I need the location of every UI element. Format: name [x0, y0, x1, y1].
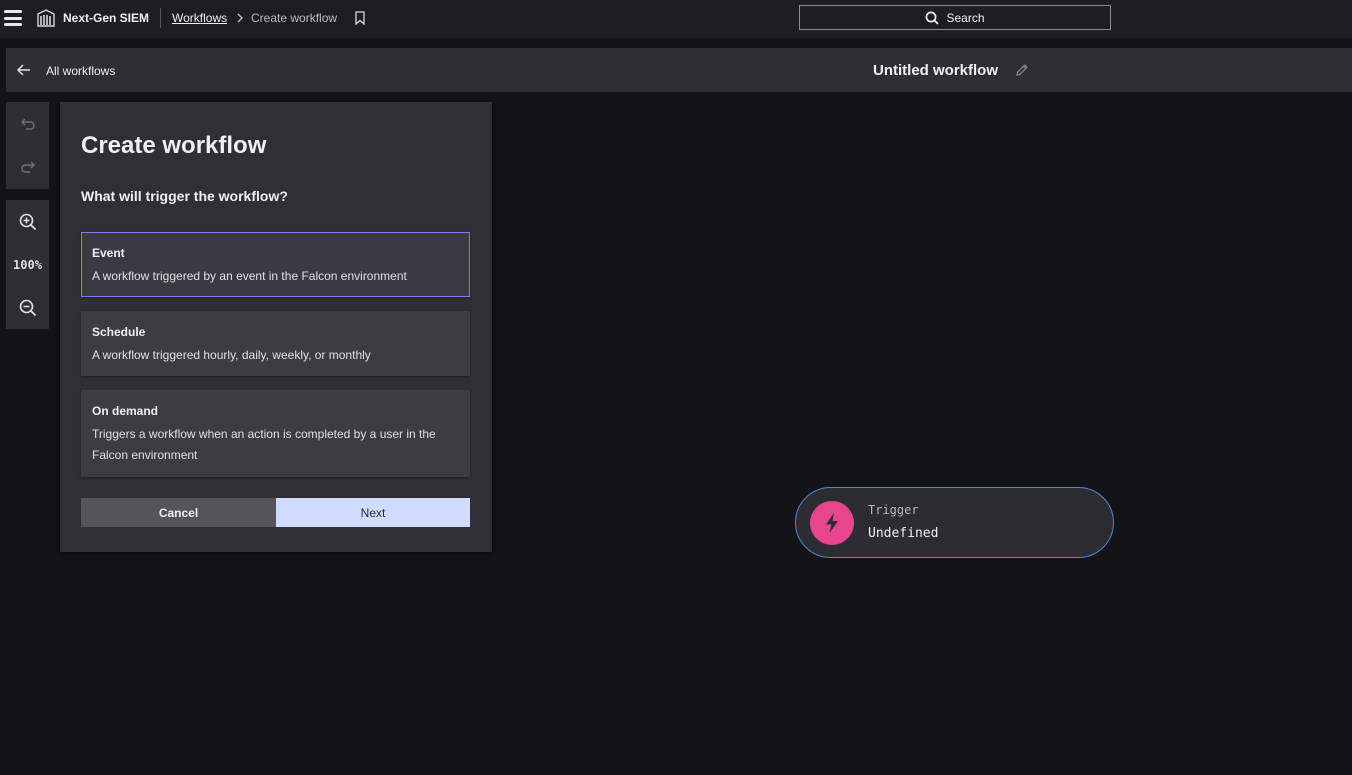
trigger-question: What will trigger the workflow?	[81, 188, 288, 204]
nav-divider	[160, 8, 161, 28]
option-title: On demand	[92, 404, 159, 418]
search-icon	[926, 11, 940, 25]
trigger-node[interactable]: Trigger Undefined	[795, 487, 1114, 558]
falcon-logo-icon[interactable]	[36, 8, 56, 28]
redo-button[interactable]	[6, 145, 49, 188]
zoom-in-icon	[19, 213, 36, 230]
option-title: Schedule	[92, 325, 146, 339]
redo-icon	[20, 161, 35, 173]
all-workflows-link[interactable]: All workflows	[46, 64, 115, 78]
breadcrumb-current: Create workflow	[251, 11, 338, 25]
search-label: Search	[946, 10, 985, 25]
arrow-left-icon[interactable]	[16, 63, 32, 77]
zoom-toolbar: 100%	[6, 200, 49, 329]
option-description: A workflow triggered hourly, daily, week…	[92, 348, 371, 362]
zoom-out-button[interactable]	[6, 286, 49, 329]
panel-title: Create workflow	[81, 132, 267, 159]
zoom-level: 100%	[13, 257, 42, 272]
zoom-out-icon	[19, 299, 36, 316]
chevron-right-icon	[237, 13, 243, 23]
zoom-in-button[interactable]	[6, 200, 49, 243]
cancel-button[interactable]: Cancel	[81, 498, 276, 527]
trigger-option-on-demand[interactable]: On demand Triggers a workflow when an ac…	[81, 390, 470, 477]
app-name: Next-Gen SIEM	[63, 11, 150, 25]
bookmark-icon[interactable]	[354, 11, 366, 25]
trigger-option-schedule[interactable]: Schedule A workflow triggered hourly, da…	[81, 311, 470, 376]
workflow-header: All workflows Untitled workflow	[6, 48, 1352, 92]
option-title: Event	[92, 246, 125, 260]
search-button[interactable]: Search	[799, 5, 1111, 30]
edit-pencil-icon[interactable]	[1015, 63, 1029, 77]
breadcrumb-workflows-link[interactable]: Workflows	[172, 11, 227, 25]
top-navigation-bar: Next-Gen SIEM Workflows Create workflow …	[0, 0, 1352, 38]
history-toolbar	[6, 102, 49, 189]
undo-button[interactable]	[6, 102, 49, 145]
trigger-node-label: Trigger	[868, 503, 919, 517]
workflow-title: Untitled workflow	[873, 62, 998, 79]
hamburger-menu-icon[interactable]	[4, 9, 22, 27]
create-workflow-panel: Create workflow What will trigger the wo…	[60, 102, 492, 552]
trigger-node-value: Undefined	[868, 526, 939, 541]
undo-icon	[20, 118, 35, 130]
next-button[interactable]: Next	[276, 498, 470, 527]
option-description: Triggers a workflow when an action is co…	[92, 427, 436, 462]
trigger-option-event[interactable]: Event A workflow triggered by an event i…	[81, 232, 470, 297]
lightning-bolt-icon	[810, 501, 854, 545]
option-description: A workflow triggered by an event in the …	[92, 269, 407, 283]
